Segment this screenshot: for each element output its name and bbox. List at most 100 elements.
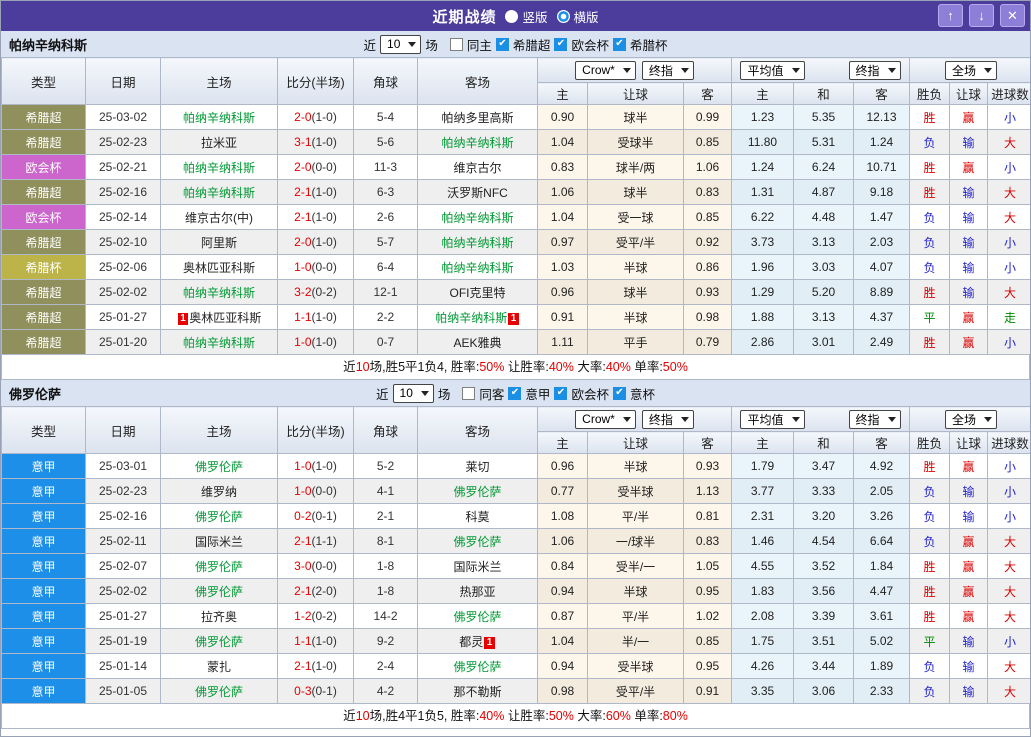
home-team: 佛罗伦萨 xyxy=(161,579,278,604)
radio-vertical-layout[interactable]: 竖版 xyxy=(505,7,547,26)
match-date: 25-02-16 xyxy=(86,180,161,205)
avg-odds-away: 4.07 xyxy=(854,255,910,280)
odds-final-select[interactable]: 终指 xyxy=(642,410,694,429)
same-venue-checkbox[interactable] xyxy=(462,387,475,400)
corners: 4-1 xyxy=(354,479,418,504)
column-header: 进球数 xyxy=(988,432,1031,454)
score: 1-0(0-0) xyxy=(278,479,354,504)
league-filter-checkbox[interactable]: ✔ xyxy=(496,38,509,51)
handicap-odds-away: 0.81 xyxy=(684,504,732,529)
bookmaker-select[interactable]: Crow* xyxy=(575,61,636,80)
result-badge: 负 xyxy=(923,510,935,524)
goals-result-badge: 小 xyxy=(1004,485,1016,499)
goals-result-badge: 大 xyxy=(1004,535,1016,549)
avg-odds-draw: 3.13 xyxy=(794,230,854,255)
avg-odds-draw: 3.56 xyxy=(794,579,854,604)
away-team-name: OFI克里特 xyxy=(450,286,506,300)
title-bar: 近期战绩 竖版 横版 ↑ ↓ ✕ xyxy=(1,1,1030,31)
halftime-score: (0-1) xyxy=(312,684,337,698)
handicap-line: 平手 xyxy=(588,330,684,355)
avg-odds-home: 11.80 xyxy=(732,130,794,155)
chevron-down-icon xyxy=(888,68,896,73)
recent-count-select[interactable]: 10 xyxy=(393,384,434,403)
home-team-name: 拉米亚 xyxy=(201,136,237,150)
home-team-name: 维京古尔(中) xyxy=(185,211,253,225)
avg-odds-draw: 6.24 xyxy=(794,155,854,180)
scope-group-header: 全场 xyxy=(910,407,1031,432)
handicap-odds-away: 0.86 xyxy=(684,255,732,280)
league-badge: 意甲 xyxy=(2,579,86,604)
away-team: AEK雅典 xyxy=(418,330,538,355)
handicap-odds-away: 0.83 xyxy=(684,180,732,205)
league-filter-label: 希腊杯 xyxy=(630,35,668,54)
check-icon: ✔ xyxy=(511,388,519,398)
home-team: 帕纳辛纳科斯 xyxy=(161,330,278,355)
handicap-line: 球半 xyxy=(588,180,684,205)
corners: 6-4 xyxy=(354,255,418,280)
scope-select[interactable]: 全场 xyxy=(945,410,997,429)
close-button[interactable]: ✕ xyxy=(1000,4,1025,27)
league-filter-checkbox[interactable]: ✔ xyxy=(613,387,626,400)
result-badge: 负 xyxy=(923,685,935,699)
avg-odds-away: 4.92 xyxy=(854,454,910,479)
avg-odds-home: 1.75 xyxy=(732,629,794,654)
table-row: 意甲 25-02-02 佛罗伦萨 2-1(2-0) 1-8 热那亚 0.94 半… xyxy=(2,579,1031,604)
home-team-name: 佛罗伦萨 xyxy=(195,635,243,649)
match-date: 25-02-07 xyxy=(86,554,161,579)
avg-odds-home: 3.73 xyxy=(732,230,794,255)
scope-select[interactable]: 全场 xyxy=(945,61,997,80)
bookmaker-select[interactable]: Crow* xyxy=(575,410,636,429)
goals-result-badge: 大 xyxy=(1004,660,1016,674)
handicap-line: 半球 xyxy=(588,255,684,280)
near-label: 近 xyxy=(364,35,377,54)
avg-odds-away: 2.03 xyxy=(854,230,910,255)
league-filter-checkbox[interactable]: ✔ xyxy=(613,38,626,51)
radio-horizontal-layout[interactable]: 横版 xyxy=(557,7,599,26)
fulltime-score: 1-0 xyxy=(294,260,311,274)
league-badge: 意甲 xyxy=(2,604,86,629)
away-team: 佛罗伦萨 xyxy=(418,654,538,679)
avg-final-select[interactable]: 终指 xyxy=(849,410,901,429)
score: 3-2(0-2) xyxy=(278,280,354,305)
odds-final-select[interactable]: 终指 xyxy=(642,61,694,80)
match-date: 25-02-23 xyxy=(86,130,161,155)
home-team: 维罗纳 xyxy=(161,479,278,504)
league-filter-checkbox[interactable]: ✔ xyxy=(554,387,567,400)
window-title: 近期战绩 xyxy=(432,6,496,27)
avg-final-select[interactable]: 终指 xyxy=(849,61,901,80)
score: 2-1(1-0) xyxy=(278,180,354,205)
table-row: 意甲 25-03-01 佛罗伦萨 1-0(1-0) 5-2 莱切 0.96 半球… xyxy=(2,454,1031,479)
league-filter-checkbox[interactable]: ✔ xyxy=(554,38,567,51)
average-select[interactable]: 平均值 xyxy=(740,61,804,80)
league-filter-checkbox[interactable]: ✔ xyxy=(508,387,521,400)
result-badge: 胜 xyxy=(923,161,935,175)
result-badge: 负 xyxy=(923,236,935,250)
corners: 2-2 xyxy=(354,305,418,330)
same-venue-checkbox[interactable] xyxy=(450,38,463,51)
move-up-button[interactable]: ↑ xyxy=(938,4,963,27)
handicap-line: 球半 xyxy=(588,280,684,305)
away-team-name: 沃罗斯NFC xyxy=(447,186,508,200)
result-badge: 平 xyxy=(923,311,935,325)
avg-odds-home: 1.46 xyxy=(732,529,794,554)
avg-odds-home: 3.35 xyxy=(732,679,794,704)
home-team-name: 奥林匹亚科斯 xyxy=(183,261,255,275)
handicap-odds-away: 0.85 xyxy=(684,205,732,230)
avg-odds-draw: 3.33 xyxy=(794,479,854,504)
handicap-odds-home: 0.98 xyxy=(538,679,588,704)
near-label: 近 xyxy=(376,384,389,403)
corners: 11-3 xyxy=(354,155,418,180)
recent-count-select[interactable]: 10 xyxy=(380,35,421,54)
league-filter-label: 希腊超 xyxy=(513,35,551,54)
fulltime-score: 1-1 xyxy=(294,634,311,648)
handicap-result-badge: 赢 xyxy=(962,535,974,549)
league-badge: 意甲 xyxy=(2,529,86,554)
match-date: 25-03-02 xyxy=(86,105,161,130)
move-down-button[interactable]: ↓ xyxy=(969,4,994,27)
avg-odds-home: 1.31 xyxy=(732,180,794,205)
chevron-down-icon xyxy=(984,68,992,73)
column-header: 主场 xyxy=(161,407,278,454)
average-select[interactable]: 平均值 xyxy=(740,410,804,429)
handicap-result-badge: 赢 xyxy=(962,585,974,599)
corners: 2-6 xyxy=(354,205,418,230)
